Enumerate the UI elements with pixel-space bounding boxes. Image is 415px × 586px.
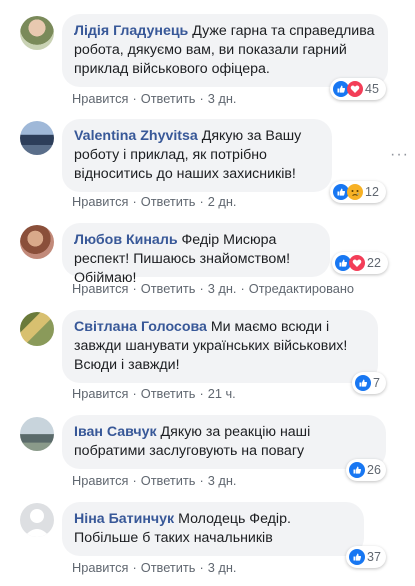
like-button[interactable]: Нравится xyxy=(72,386,128,401)
comment-bubble: Лідія Гладунець Дуже гарна та справедлив… xyxy=(62,14,388,87)
like-button[interactable]: Нравится xyxy=(72,281,128,296)
comment-bubble: Любов Киналь Федір Мисюра респект! Пишаю… xyxy=(62,223,330,286)
reaction-summary[interactable]: 45 xyxy=(330,78,386,100)
avatar[interactable] xyxy=(20,121,54,155)
sad-icon xyxy=(347,184,363,200)
more-options-button[interactable]: ··· xyxy=(390,146,409,164)
default-avatar-icon xyxy=(24,509,50,537)
reply-button[interactable]: Ответить xyxy=(141,194,196,209)
comment-time[interactable]: 21 ч. xyxy=(208,386,236,401)
love-icon xyxy=(347,81,363,97)
reaction-count: 45 xyxy=(365,82,379,96)
reaction-count: 37 xyxy=(367,550,381,564)
like-icon xyxy=(349,462,365,478)
comment-time[interactable]: 3 дн. xyxy=(208,281,237,296)
reaction-summary[interactable]: 26 xyxy=(346,459,386,481)
comment-actions: Нравится · Ответить · 2 дн. xyxy=(72,194,237,209)
reaction-summary[interactable]: 7 xyxy=(352,372,386,394)
comment-time[interactable]: 3 дн. xyxy=(208,91,237,106)
comment-author[interactable]: Лідія Гладунець xyxy=(74,23,192,39)
reaction-count: 26 xyxy=(367,463,381,477)
reply-button[interactable]: Ответить xyxy=(141,560,196,575)
comment-actions: Нравится · Ответить · 3 дн. xyxy=(72,473,237,488)
comment-bubble: Іван Савчук Дякую за реакцію наші побрат… xyxy=(62,415,386,469)
reply-button[interactable]: Ответить xyxy=(141,281,196,296)
comment-bubble: Valentina Zhyvitsa Дякую за Вашу роботу … xyxy=(62,119,332,192)
reaction-count: 22 xyxy=(367,256,381,270)
comment-actions: Нравится · Ответить · 3 дн. xyxy=(72,91,237,106)
comment-author[interactable]: Ніна Батинчук xyxy=(74,511,178,527)
comment-actions: Нравится · Ответить · 21 ч. xyxy=(72,386,236,401)
comment-bubble: Світлана Голосова Ми маємо всюди і завжд… xyxy=(62,310,378,383)
reaction-count: 7 xyxy=(373,376,380,390)
avatar[interactable] xyxy=(20,417,54,451)
like-icon xyxy=(349,549,365,565)
avatar[interactable] xyxy=(20,312,54,346)
reply-button[interactable]: Ответить xyxy=(141,386,196,401)
like-button[interactable]: Нравится xyxy=(72,194,128,209)
reaction-summary[interactable]: 22 xyxy=(332,252,388,274)
comment-time[interactable]: 3 дн. xyxy=(208,560,237,575)
love-icon xyxy=(349,255,365,271)
like-button[interactable]: Нравится xyxy=(72,560,128,575)
like-button[interactable]: Нравится xyxy=(72,91,128,106)
comment-author[interactable]: Світлана Голосова xyxy=(74,319,211,335)
comment-time[interactable]: 2 дн. xyxy=(208,194,237,209)
edited-label[interactable]: Отредактировано xyxy=(249,281,354,296)
comment-actions: Нравится · Ответить · 3 дн. · Отредактировано xyxy=(72,281,355,296)
reaction-summary[interactable]: 37 xyxy=(346,546,386,568)
like-icon xyxy=(355,375,371,391)
avatar[interactable] xyxy=(20,16,54,50)
comment-author[interactable]: Іван Савчук xyxy=(74,424,161,440)
comment-time[interactable]: 3 дн. xyxy=(208,473,237,488)
reaction-summary[interactable]: 12 xyxy=(330,181,386,203)
reaction-count: 12 xyxy=(365,185,379,199)
comment-author[interactable]: Любов Киналь xyxy=(74,232,182,248)
reply-button[interactable]: Ответить xyxy=(141,473,196,488)
comment-author[interactable]: Valentina Zhyvitsa xyxy=(74,128,202,144)
avatar[interactable] xyxy=(20,503,54,537)
like-button[interactable]: Нравится xyxy=(72,473,128,488)
comment-actions: Нравится · Ответить · 3 дн. xyxy=(72,560,237,575)
comment-bubble: Ніна Батинчук Молодець Федір. Побільше б… xyxy=(62,502,364,556)
avatar[interactable] xyxy=(20,225,54,259)
reply-button[interactable]: Ответить xyxy=(141,91,196,106)
